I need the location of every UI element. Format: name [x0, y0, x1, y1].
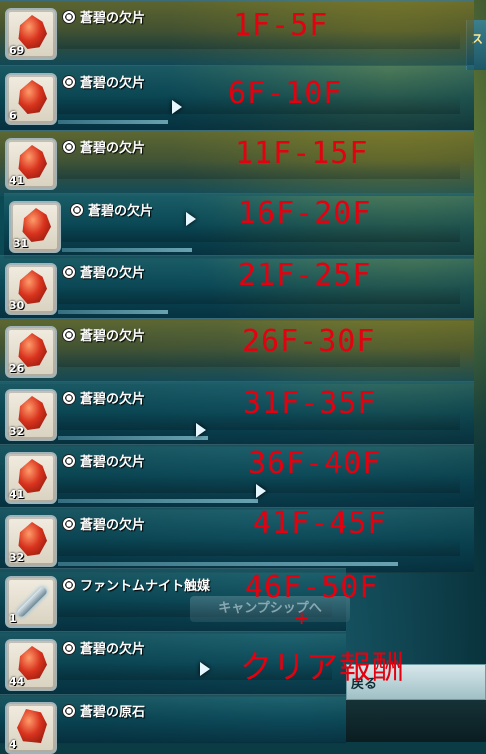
- cursor-arrow-icon: [172, 100, 182, 114]
- item-count: 6: [9, 109, 17, 122]
- reward-list-item[interactable]: 4 蒼碧の原石: [0, 694, 346, 754]
- progress-bar: [58, 120, 168, 124]
- progress-bar: [58, 562, 398, 566]
- item-name: 蒼碧の欠片: [80, 11, 146, 26]
- azure-fragment-icon: 32: [5, 515, 57, 567]
- azure-fragment-icon: 26: [5, 326, 57, 378]
- item-tag-icon: [62, 577, 76, 592]
- item-name: ファントムナイト触媒: [80, 579, 211, 594]
- item-name: 蒼碧の欠片: [80, 518, 146, 533]
- progress-bar: [58, 436, 208, 440]
- cursor-arrow-icon: [186, 212, 196, 226]
- item-tag-icon: [62, 390, 76, 405]
- item-name: 蒼碧の欠片: [80, 455, 146, 470]
- item-count: 30: [9, 299, 25, 312]
- cursor-arrow-icon: [196, 423, 206, 437]
- bottom-panel: [346, 700, 486, 742]
- item-tag-icon: [62, 74, 76, 89]
- item-name: 蒼碧の欠片: [88, 204, 154, 219]
- plus-annotation: +: [295, 606, 310, 631]
- floor-range-annotation: 36F-40F: [248, 446, 382, 481]
- item-name: 蒼碧の欠片: [80, 329, 146, 344]
- item-count: 4: [9, 738, 17, 751]
- item-count: 69: [9, 44, 25, 57]
- floor-range-annotation: 1F-5F: [233, 8, 329, 43]
- item-tag-icon: [62, 9, 76, 24]
- azure-fragment-icon: 6: [5, 73, 57, 125]
- item-name: 蒼碧の欠片: [80, 392, 146, 407]
- item-count: 32: [9, 425, 25, 438]
- item-tag-icon: [62, 264, 76, 279]
- azure-fragment-icon: 44: [5, 639, 57, 691]
- item-count: 32: [9, 551, 25, 564]
- item-name: 蒼碧の原石: [80, 705, 146, 720]
- floor-range-annotation: 26F-30F: [242, 324, 376, 359]
- floor-range-annotation: 41F-45F: [253, 506, 387, 541]
- floor-range-annotation: 6F-10F: [228, 76, 343, 111]
- clear-reward-annotation: クリア報酬: [240, 648, 406, 686]
- floor-range-annotation: 21F-25F: [238, 258, 372, 293]
- phantom-catalyst-icon: 1: [5, 576, 57, 628]
- item-name: 蒼碧の欠片: [80, 266, 146, 281]
- floor-range-annotation: 16F-20F: [238, 196, 372, 231]
- progress-bar: [62, 248, 192, 252]
- azure-fragment-icon: 32: [5, 389, 57, 441]
- cursor-arrow-icon: [200, 662, 210, 676]
- item-count: 1: [9, 612, 17, 625]
- floor-range-annotation: 31F-35F: [243, 386, 377, 421]
- floor-range-annotation: 46F-50F: [245, 570, 379, 605]
- item-tag-icon: [62, 453, 76, 468]
- azure-fragment-icon: 31: [9, 201, 61, 253]
- reward-list-item[interactable]: 41 蒼碧の欠片: [0, 444, 474, 510]
- reward-list-item[interactable]: 26 蒼碧の欠片: [0, 318, 474, 384]
- item-name: 蒼碧の欠片: [80, 141, 146, 156]
- item-name: 蒼碧の欠片: [80, 76, 146, 91]
- item-count: 44: [9, 675, 25, 688]
- reward-list-item[interactable]: 30 蒼碧の欠片: [0, 255, 474, 321]
- floor-range-annotation: 11F-15F: [235, 136, 369, 171]
- item-tag-icon: [62, 703, 76, 718]
- item-count: 41: [9, 488, 25, 501]
- reward-list-item[interactable]: 32 蒼碧の欠片: [0, 507, 474, 573]
- item-tag-icon: [62, 640, 76, 655]
- azure-ore-icon: 4: [5, 702, 57, 754]
- item-tag-icon: [62, 327, 76, 342]
- item-name: 蒼碧の欠片: [80, 642, 146, 657]
- azure-fragment-icon: 69: [5, 8, 57, 60]
- azure-fragment-icon: 30: [5, 263, 57, 315]
- item-tag-icon: [70, 202, 84, 217]
- item-count: 26: [9, 362, 25, 375]
- item-count: 31: [13, 237, 29, 250]
- progress-bar: [58, 310, 168, 314]
- item-tag-icon: [62, 139, 76, 154]
- azure-fragment-icon: 41: [5, 452, 57, 504]
- azure-fragment-icon: 41: [5, 138, 57, 190]
- reward-list-item[interactable]: 32 蒼碧の欠片: [0, 381, 474, 447]
- progress-bar: [58, 499, 258, 503]
- item-count: 41: [9, 174, 25, 187]
- item-tag-icon: [62, 516, 76, 531]
- cursor-arrow-icon: [256, 484, 266, 498]
